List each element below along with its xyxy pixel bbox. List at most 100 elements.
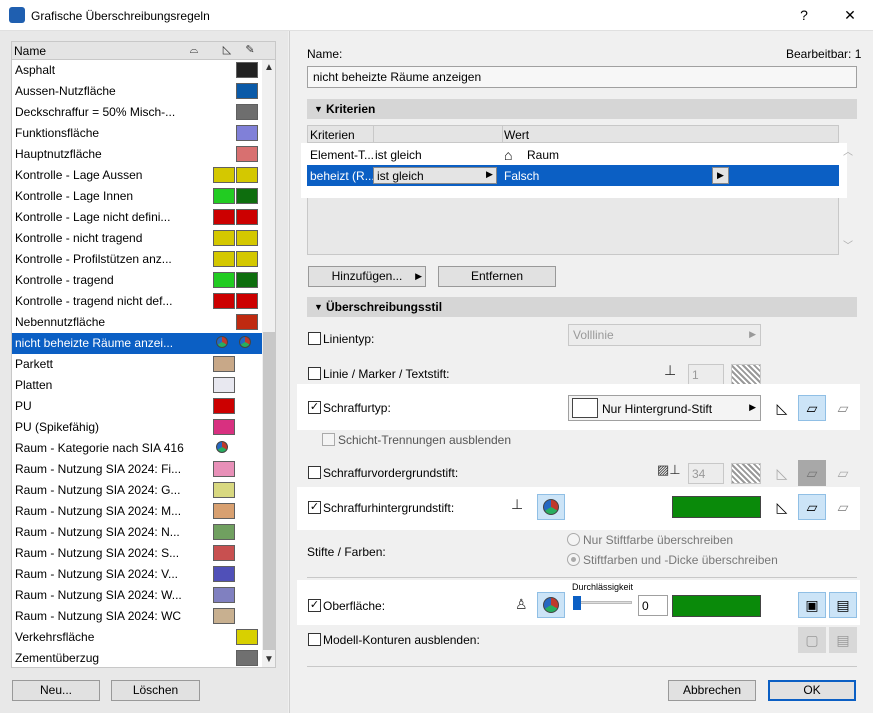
list-item[interactable]: Raum - Nutzung SIA 2024: V... <box>12 564 262 585</box>
list-item[interactable]: Platten <box>12 375 262 396</box>
list-item[interactable]: Raum - Nutzung SIA 2024: S... <box>12 543 262 564</box>
list-item-label: PU <box>15 399 32 413</box>
scroll-up-icon[interactable]: ▲ <box>262 61 275 75</box>
fill-drafting-icon[interactable]: ◺ <box>768 494 796 520</box>
criteria-scroll-down-icon[interactable]: ﹀ <box>841 240 855 254</box>
list-item[interactable]: nicht beheizte Räume anzei... <box>12 333 262 354</box>
app-icon <box>9 7 25 23</box>
scroll-down-icon[interactable]: ▼ <box>262 653 275 667</box>
value-dropdown-arrow-icon[interactable]: ▶ <box>712 167 729 184</box>
fill-cover-icon[interactable]: ▱ <box>829 460 857 486</box>
criteria-row-selected[interactable]: beheizt (R... ist gleich ▶ Falsch ▶ <box>307 165 839 186</box>
fill-drafting-icon[interactable]: ◺ <box>768 395 796 421</box>
color-swatch <box>213 608 235 624</box>
fill-cover-icon[interactable]: ▱ <box>829 395 857 421</box>
list-item[interactable]: Raum - Nutzung SIA 2024: WC <box>12 606 262 627</box>
list-item[interactable]: Kontrolle - tragend <box>12 270 262 291</box>
list-item[interactable]: Nebennutzfläche <box>12 312 262 333</box>
rule-list[interactable]: Name ⌓ ◺ ✎ Asphalt Aussen-Nutzfläche Decks… <box>11 41 276 668</box>
line-pen-label: Linie / Marker / Textstift: <box>323 367 450 381</box>
help-button[interactable]: ? <box>781 0 827 31</box>
list-item[interactable]: PU <box>12 396 262 417</box>
criteria-row[interactable]: Element-T... ist gleich ⌂ Raum <box>307 144 839 165</box>
fill-cover-icon[interactable]: ▱ <box>829 494 857 520</box>
list-item[interactable]: PU (Spikefähig) <box>12 417 262 438</box>
color-swatch <box>213 587 235 603</box>
close-button[interactable]: ✕ <box>827 0 873 31</box>
list-item[interactable]: Deckschraffur = 50% Misch-... <box>12 102 262 123</box>
fg-pen-checkbox[interactable] <box>308 466 321 479</box>
list-item[interactable]: Raum - Nutzung SIA 2024: M... <box>12 501 262 522</box>
operator-dropdown[interactable]: ist gleich ▶ <box>373 167 497 184</box>
new-button[interactable]: Neu... <box>12 680 100 701</box>
fill-type-checkbox[interactable]: ✓ <box>308 401 321 414</box>
transparency-slider-track[interactable] <box>574 601 632 604</box>
criteria-scroll-up-icon[interactable]: ︿ <box>841 146 855 160</box>
name-input[interactable]: nicht beheizte Räume anzeigen <box>307 66 857 88</box>
criteria-section-header[interactable]: ▼ Kriterien <box>307 99 857 119</box>
list-item[interactable]: Parkett <box>12 354 262 375</box>
model-contours-checkbox[interactable] <box>308 633 321 646</box>
surface-checkbox[interactable]: ✓ <box>308 599 321 612</box>
fill-column-icon[interactable]: ◺ <box>220 44 234 57</box>
surface-color-swatch[interactable] <box>672 595 761 617</box>
list-item[interactable]: Kontrolle - nicht tragend <box>12 228 262 249</box>
linetype-checkbox[interactable] <box>308 332 321 345</box>
bg-pen-checkbox[interactable]: ✓ <box>308 501 321 514</box>
list-item[interactable]: Kontrolle - Lage nicht defini... <box>12 207 262 228</box>
list-item[interactable]: Raum - Nutzung SIA 2024: N... <box>12 522 262 543</box>
fill-drafting-icon[interactable]: ◺ <box>768 460 796 486</box>
surface-material-icon[interactable]: ▣ <box>798 592 826 618</box>
fill-cut-icon[interactable]: ▱ <box>798 494 826 520</box>
line-pen-input[interactable]: 1 <box>688 364 724 385</box>
linetype-dropdown[interactable]: Volllinie ▶ <box>568 324 761 346</box>
hide-layers-checkbox[interactable] <box>322 433 335 446</box>
model-contour-shadow-icon[interactable]: ▤ <box>829 627 857 653</box>
list-item[interactable]: Raum - Nutzung SIA 2024: G... <box>12 480 262 501</box>
fill-type-dropdown[interactable]: Nur Hintergrund-Stift ▶ <box>568 395 761 421</box>
pen-color-button[interactable] <box>537 494 565 520</box>
surface-override-icon[interactable]: ▤ <box>829 592 857 618</box>
radio-pen-color-weight[interactable] <box>567 553 580 566</box>
list-item[interactable]: Verkehrsfläche <box>12 627 262 648</box>
list-item[interactable]: Kontrolle - Lage Aussen <box>12 165 262 186</box>
delete-button[interactable]: Löschen <box>111 680 200 701</box>
ok-button[interactable]: OK <box>768 680 856 701</box>
list-item[interactable]: Raum - Kategorie nach SIA 416 <box>12 438 262 459</box>
pen-pattern-icon[interactable] <box>731 463 761 484</box>
list-item[interactable]: Kontrolle - Lage Innen <box>12 186 262 207</box>
add-criteria-button[interactable]: Hinzufügen... ▶ <box>308 266 426 287</box>
list-item[interactable]: Raum - Nutzung SIA 2024: Fi... <box>12 459 262 480</box>
color-swatch <box>213 356 235 372</box>
pen-pattern-icon[interactable] <box>731 364 761 385</box>
dropdown-arrow-icon: ▶ <box>486 169 493 179</box>
remove-criteria-button[interactable]: Entfernen <box>438 266 556 287</box>
list-scroll-thumb[interactable] <box>263 332 275 650</box>
list-item-label: Nebennutzfläche <box>15 315 106 329</box>
style-section-header[interactable]: ▼ Überschreibungsstil <box>307 297 857 317</box>
list-item[interactable]: Raum - Nutzung SIA 2024: W... <box>12 585 262 606</box>
surface-color-button[interactable] <box>537 592 565 618</box>
bg-pen-color-swatch[interactable] <box>672 496 761 518</box>
list-item[interactable]: Zementüberzug <box>12 648 262 667</box>
list-item[interactable]: Asphalt <box>12 60 262 81</box>
list-item[interactable]: Funktionsfläche <box>12 123 262 144</box>
surface-column-icon[interactable]: ⌓ <box>187 44 201 57</box>
fill-cut-icon[interactable]: ▱ <box>798 460 826 486</box>
cancel-button[interactable]: Abbrechen <box>668 680 756 701</box>
color-swatch <box>213 419 235 435</box>
transparency-input[interactable]: 0 <box>638 595 668 616</box>
model-contour-icon[interactable]: ▢ <box>798 627 826 653</box>
pen-column-icon[interactable]: ✎ <box>243 44 257 57</box>
list-item[interactable]: Hauptnutzfläche <box>12 144 262 165</box>
list-item[interactable]: Aussen-Nutzfläche <box>12 81 262 102</box>
line-pen-checkbox[interactable] <box>308 367 321 380</box>
fill-cut-icon[interactable]: ▱ <box>798 395 826 421</box>
radio-pen-color-only[interactable] <box>567 533 580 546</box>
transparency-slider-thumb[interactable] <box>573 596 581 610</box>
list-item[interactable]: Kontrolle - tragend nicht def... <box>12 291 262 312</box>
fg-pen-input[interactable]: 34 <box>688 463 724 484</box>
list-item[interactable]: Kontrolle - Profilstützen anz... <box>12 249 262 270</box>
list-item-label: Kontrolle - Profilstützen anz... <box>15 252 172 266</box>
window-title: Grafische Überschreibungsregeln <box>31 9 210 23</box>
